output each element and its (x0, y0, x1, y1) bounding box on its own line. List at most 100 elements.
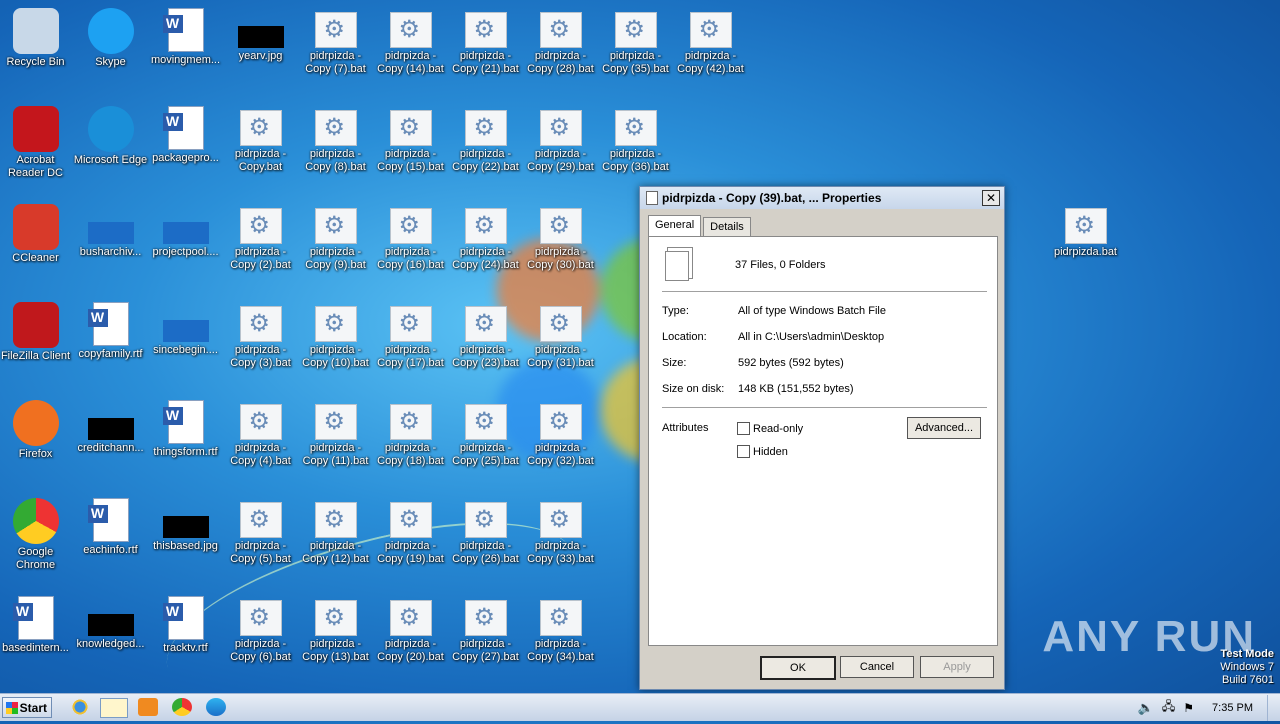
desktop-icon[interactable]: pidrpizda - Copy (11).bat (298, 392, 373, 468)
desktop-icon[interactable]: busharchiv... (73, 196, 148, 259)
close-button[interactable]: ✕ (982, 190, 1000, 206)
desktop-icon[interactable]: Microsoft Edge (73, 98, 148, 167)
desktop-icon-label: pidrpizda - Copy (17).bat (377, 344, 444, 369)
ok-button[interactable]: OK (760, 656, 836, 680)
desktop-icon[interactable]: pidrpizda - Copy (3).bat (223, 294, 298, 370)
chrome-icon (12, 498, 59, 544)
desktop-icon[interactable]: copyfamily.rtf (73, 294, 148, 361)
desktop-icon[interactable]: projectpool.... (148, 196, 223, 259)
desktop-icon[interactable]: pidrpizda - Copy (42).bat (673, 0, 748, 76)
desktop-icon[interactable]: pidrpizda - Copy (23).bat (448, 294, 523, 370)
desktop-icon[interactable]: pidrpizda - Copy (16).bat (373, 196, 448, 272)
desktop-icon[interactable]: pidrpizda - Copy (12).bat (298, 490, 373, 566)
desktop-icon[interactable]: movingmem... (148, 0, 223, 67)
desktop-icon[interactable]: pidrpizda - Copy (32).bat (523, 392, 598, 468)
desktop-icon[interactable]: pidrpizda - Copy (28).bat (523, 0, 598, 76)
desktop-icon[interactable]: Skype (73, 0, 148, 69)
readonly-checkbox[interactable] (737, 422, 750, 435)
desktop-icon[interactable]: CCleaner (0, 196, 73, 265)
desktop-icon-label: pidrpizda - Copy (12).bat (302, 540, 369, 565)
desktop-icon[interactable]: tracktv.rtf (148, 588, 223, 655)
apply-button[interactable]: Apply (920, 656, 994, 678)
desktop-icon[interactable]: creditchann... (73, 392, 148, 455)
desktop-icon[interactable]: Firefox (0, 392, 73, 461)
desktop-icon[interactable]: knowledged... (73, 588, 148, 651)
desktop-icon[interactable]: FileZilla Client (0, 294, 73, 363)
batch-file-icon (239, 502, 282, 538)
desktop-icon[interactable]: pidrpizda - Copy (4).bat (223, 392, 298, 468)
batch-file-icon (614, 12, 657, 48)
desktop-icon[interactable]: pidrpizda - Copy (29).bat (523, 98, 598, 174)
clock[interactable]: 7:35 PM (1212, 702, 1253, 714)
volume-icon[interactable]: 🔈 (1138, 700, 1154, 716)
batch-file-icon (1064, 208, 1107, 244)
hidden-label: Hidden (753, 446, 788, 458)
desktop-icon[interactable]: pidrpizda - Copy (24).bat (448, 196, 523, 272)
internet-explorer-icon[interactable] (70, 698, 90, 716)
desktop-icon[interactable]: packagepro... (148, 98, 223, 165)
desktop-icon[interactable]: pidrpizda - Copy (26).bat (448, 490, 523, 566)
desktop-icon[interactable]: pidrpizda - Copy (14).bat (373, 0, 448, 76)
desktop-icon-label: pidrpizda - Copy (11).bat (302, 442, 369, 467)
word-doc-icon (162, 8, 204, 52)
desktop-icon-label: pidrpizda - Copy (28).bat (527, 50, 594, 75)
image-file-icon (237, 26, 284, 48)
dialog-titlebar[interactable]: pidrpizda - Copy (39).bat, ... Propertie… (640, 187, 1004, 209)
desktop-icon[interactable]: basedintern... (0, 588, 73, 655)
image-file-icon (162, 516, 209, 538)
network-icon[interactable]: 🖧 (1162, 697, 1175, 718)
desktop-icon-label: Acrobat Reader DC (7, 154, 64, 179)
desktop-icon-label: copyfamily.rtf (78, 348, 143, 360)
explorer-icon[interactable] (100, 698, 128, 718)
desktop-icon[interactable]: pidrpizda - Copy (31).bat (523, 294, 598, 370)
desktop-icon[interactable]: pidrpizda - Copy (7).bat (298, 0, 373, 76)
desktop-icon[interactable]: pidrpizda - Copy (30).bat (523, 196, 598, 272)
desktop-icon[interactable]: pidrpizda - Copy (22).bat (448, 98, 523, 174)
test-mode-line3: Build 7601 (1222, 674, 1274, 686)
desktop-icon[interactable]: yearv.jpg (223, 0, 298, 63)
show-desktop-button[interactable] (1267, 694, 1280, 721)
desktop-icon[interactable]: Google Chrome (0, 490, 73, 572)
desktop-icon[interactable]: pidrpizda - Copy (20).bat (373, 588, 448, 664)
flag-icon[interactable]: ⚑ (1183, 701, 1194, 715)
summary-text: 37 Files, 0 Folders (735, 259, 826, 271)
advanced-button[interactable]: Advanced... (907, 417, 981, 439)
desktop-icon[interactable]: pidrpizda - Copy (19).bat (373, 490, 448, 566)
desktop-icon[interactable]: pidrpizda - Copy (35).bat (598, 0, 673, 76)
desktop-icon[interactable]: pidrpizda.bat (1048, 196, 1123, 259)
desktop-icon[interactable]: Recycle Bin (0, 0, 73, 69)
location-value: All in C:\Users\admin\Desktop (738, 331, 885, 343)
desktop-icon[interactable]: pidrpizda - Copy (36).bat (598, 98, 673, 174)
desktop-icon[interactable]: pidrpizda - Copy (25).bat (448, 392, 523, 468)
hidden-checkbox[interactable] (737, 445, 750, 458)
desktop-icon[interactable]: pidrpizda - Copy.bat (223, 98, 298, 174)
batch-file-icon (389, 404, 432, 440)
desktop-icon[interactable]: eachinfo.rtf (73, 490, 148, 557)
desktop-icon[interactable]: pidrpizda - Copy (13).bat (298, 588, 373, 664)
desktop-icon[interactable]: pidrpizda - Copy (15).bat (373, 98, 448, 174)
desktop-icon[interactable]: thingsform.rtf (148, 392, 223, 459)
desktop-icon[interactable]: Acrobat Reader DC (0, 98, 73, 180)
desktop-icon[interactable]: sincebegin.... (148, 294, 223, 357)
desktop-icon[interactable]: pidrpizda - Copy (21).bat (448, 0, 523, 76)
desktop-icon[interactable]: pidrpizda - Copy (8).bat (298, 98, 373, 174)
desktop-icon[interactable]: pidrpizda - Copy (6).bat (223, 588, 298, 664)
desktop-icon[interactable]: pidrpizda - Copy (17).bat (373, 294, 448, 370)
tab-general[interactable]: General (648, 215, 702, 236)
chrome-icon[interactable] (172, 698, 192, 716)
media-player-icon[interactable] (138, 698, 158, 716)
desktop-icon[interactable]: pidrpizda - Copy (10).bat (298, 294, 373, 370)
desktop-icon[interactable]: pidrpizda - Copy (33).bat (523, 490, 598, 566)
desktop-icon[interactable]: pidrpizda - Copy (34).bat (523, 588, 598, 664)
edge-icon[interactable] (206, 698, 226, 716)
desktop-icon[interactable]: pidrpizda - Copy (27).bat (448, 588, 523, 664)
desktop-icon[interactable]: pidrpizda - Copy (2).bat (223, 196, 298, 272)
desktop-icon[interactable]: pidrpizda - Copy (9).bat (298, 196, 373, 272)
desktop-icon[interactable]: thisbased.jpg (148, 490, 223, 553)
start-button[interactable]: Start (2, 697, 52, 718)
attributes-label: Attributes (662, 422, 709, 434)
desktop-icon[interactable]: pidrpizda - Copy (18).bat (373, 392, 448, 468)
cancel-button[interactable]: Cancel (840, 656, 914, 678)
tab-details[interactable]: Details (703, 217, 751, 238)
desktop-icon[interactable]: pidrpizda - Copy (5).bat (223, 490, 298, 566)
